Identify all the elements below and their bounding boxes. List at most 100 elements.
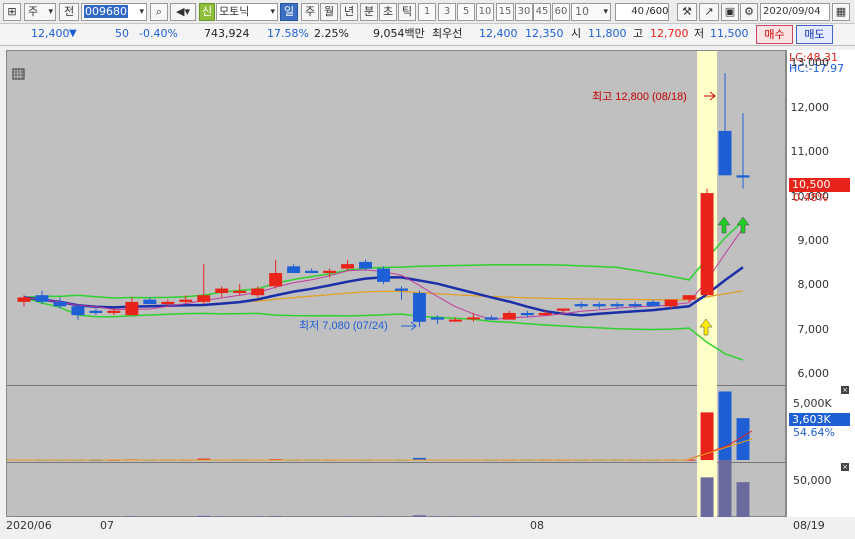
current-pct-tag: 0.48%	[793, 191, 828, 204]
price-tick-label: 9,000	[797, 233, 830, 247]
green-arrow-icon	[717, 216, 731, 234]
chart-tools-icon[interactable]: ⚒	[677, 3, 697, 21]
volume-bar	[718, 391, 732, 460]
calendar-icon[interactable]: ▦	[832, 3, 850, 21]
credit-badge[interactable]: 신	[199, 3, 215, 21]
high-value: 12,700	[650, 27, 689, 40]
draw-tool-icon[interactable]: ↗	[699, 3, 719, 21]
open-value: 11,800	[588, 27, 627, 40]
candle-body	[664, 299, 678, 307]
candle-body	[502, 312, 516, 320]
candle-body	[341, 264, 355, 269]
change-value: 50	[115, 27, 129, 40]
stock-code-value: 009680	[84, 5, 128, 18]
candlestick-chart: 최고 12,800 (08/18) 최저 7,080 (07/24)	[7, 51, 787, 518]
candle-body	[610, 304, 624, 307]
amount-bar	[736, 482, 750, 517]
period-tab[interactable]: 년	[340, 3, 358, 21]
price-axis: LC:48.31 HC:-17.97 13,000 12,000 11,000 10,…	[786, 50, 855, 517]
period-tab[interactable]: 초	[379, 3, 397, 21]
candle-body	[161, 301, 175, 305]
candle-body	[17, 297, 31, 302]
minute-step-button[interactable]: 45	[533, 3, 551, 21]
amount-bar	[700, 477, 714, 517]
minute-step-button[interactable]: 1	[418, 3, 436, 21]
volume-tag: 3,603K	[789, 413, 850, 426]
ratio-pct: 2.25%	[314, 27, 349, 40]
chart-grid-icon[interactable]: ⊞	[3, 3, 21, 21]
amount-value: 9,054백만	[373, 27, 425, 40]
candle-body	[233, 290, 247, 293]
price-tick-label: 8,000	[797, 278, 830, 292]
sell-button[interactable]: 매도	[796, 25, 833, 44]
candle-body	[538, 312, 552, 316]
grid-icon	[13, 69, 24, 79]
best-bid-value: 12,350	[525, 27, 564, 40]
period-tab[interactable]: 월	[320, 3, 338, 21]
stock-name-field[interactable]: 모토닉	[216, 3, 278, 21]
x-label-end: 08/19	[793, 519, 825, 532]
candle-body	[197, 295, 211, 302]
stock-name: 모토닉	[219, 5, 250, 18]
candle-body	[574, 304, 588, 307]
price-value: 12,400	[31, 27, 70, 40]
toolbar: ⊞ 주 전 009680 ⌕ ◀▾ 신 모토닉 일주월년분초틱 13510153…	[0, 0, 855, 24]
period-tab[interactable]: 주	[301, 3, 319, 21]
candle-body	[646, 301, 660, 307]
period-tab[interactable]: 틱	[398, 3, 416, 21]
gear-icon[interactable]: ⚙	[740, 3, 758, 21]
candle-body	[305, 270, 319, 273]
volume-ma	[7, 430, 753, 461]
stock-code-input[interactable]: 009680	[81, 3, 147, 21]
date-field[interactable]: 2020/09/04	[760, 3, 830, 21]
low-value: 11,500	[710, 27, 749, 40]
candle-body	[466, 317, 480, 320]
count-value: 40	[631, 6, 644, 17]
amount-bar	[718, 459, 732, 517]
minute-step-button[interactable]: 15	[496, 3, 514, 21]
speaker-icon[interactable]: ◀▾	[170, 3, 196, 21]
candle-body	[53, 301, 67, 307]
candle-body	[430, 317, 444, 320]
candle-body	[143, 299, 157, 305]
chart-area[interactable]: 최고 12,800 (08/18) 최저 7,080 (07/24)	[6, 50, 787, 518]
search-icon[interactable]: ⌕	[150, 3, 168, 21]
candle-body	[359, 261, 372, 269]
candle-body	[628, 304, 642, 307]
credit-label: 신	[201, 5, 213, 18]
candle-body	[89, 310, 103, 313]
jeon-label: 전	[63, 5, 75, 18]
minute-step-button[interactable]: 30	[515, 3, 533, 21]
candle-body	[700, 193, 714, 296]
change-pct: -0.40%	[139, 27, 178, 40]
volume-pct: 54.64%	[793, 426, 835, 439]
period-type-select[interactable]: 주	[24, 3, 56, 21]
candle-body	[395, 288, 408, 291]
candle-body	[215, 288, 229, 293]
save-icon[interactable]: ▣	[721, 3, 739, 21]
min-arrow-icon	[401, 321, 417, 331]
minute-step-button[interactable]: 60	[552, 3, 570, 21]
green-arrow-icon	[736, 216, 750, 234]
candle-body	[520, 312, 534, 316]
minute-step-button[interactable]: 5	[457, 3, 475, 21]
step-select-value: 10	[575, 5, 589, 18]
volume-value: 743,924	[204, 27, 250, 40]
x-axis: 2020/06 07 08 08/19	[0, 517, 855, 539]
period-tab[interactable]: 일	[280, 3, 298, 21]
date-value: 2020/09/04	[763, 6, 821, 17]
jeon-button[interactable]: 전	[59, 3, 79, 21]
x-label-08: 08	[530, 519, 544, 532]
panel-divider	[7, 385, 787, 386]
close-icon[interactable]: ×	[841, 386, 849, 394]
step-select[interactable]: 10	[571, 3, 611, 21]
close-icon[interactable]: ×	[841, 463, 849, 471]
minute-step-button[interactable]: 10	[476, 3, 494, 21]
candle-body	[412, 292, 426, 322]
candle-body	[269, 273, 283, 287]
buy-button[interactable]: 매수	[756, 25, 793, 44]
period-tab[interactable]: 분	[360, 3, 378, 21]
minute-step-button[interactable]: 3	[438, 3, 456, 21]
max-price-annotation: 최고 12,800 (08/18)	[592, 90, 687, 103]
candle-body	[377, 268, 390, 282]
